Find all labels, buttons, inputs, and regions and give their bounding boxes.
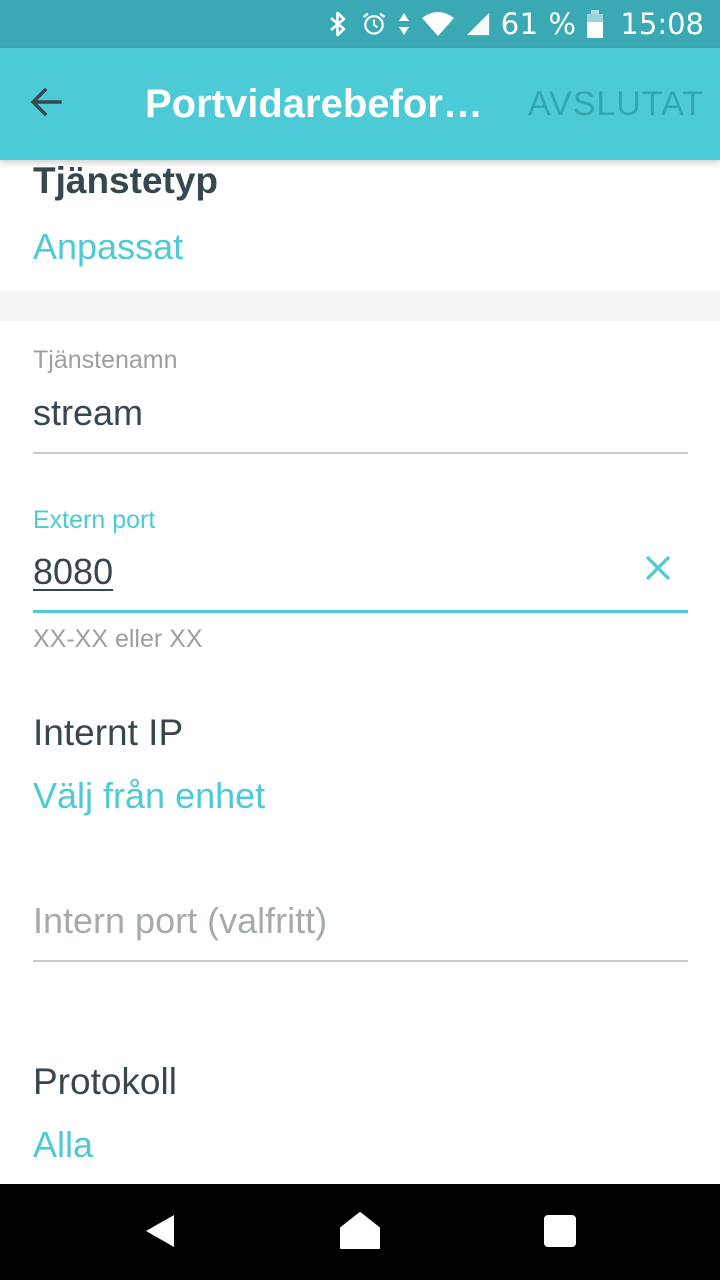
service-type-selector[interactable]: Anpassat [33, 226, 183, 268]
internal-ip-label: Internt IP [33, 712, 184, 753]
service-name-input[interactable]: stream [33, 392, 143, 434]
signal-icon [465, 11, 491, 37]
status-icons: 61 % 15:08 [325, 0, 704, 48]
clock: 15:08 [620, 7, 704, 41]
bluetooth-icon [325, 11, 351, 37]
app-bar: Portvidarebefor… AVSLUTAT [0, 48, 720, 160]
navigation-bar [0, 1184, 720, 1280]
battery-icon [586, 10, 604, 38]
home-icon [339, 1210, 381, 1257]
internal-ip-selector[interactable]: Välj från enhet [33, 775, 265, 817]
protocol-label: Protokoll [33, 1061, 177, 1102]
alarm-icon [361, 11, 387, 37]
back-button[interactable] [20, 78, 72, 130]
section-divider [0, 291, 720, 321]
external-port-underline [33, 610, 688, 613]
external-port-input[interactable]: 8080 [33, 551, 113, 593]
protocol-selector[interactable]: Alla [33, 1124, 93, 1166]
save-button[interactable]: AVSLUTAT [528, 84, 704, 124]
close-icon [644, 554, 672, 587]
back-triangle-icon [140, 1211, 180, 1256]
recents-icon [543, 1214, 577, 1253]
service-name-underline [33, 452, 688, 454]
external-port-label: Extern port [33, 506, 156, 534]
page-title: Portvidarebefor… [145, 82, 483, 126]
internal-port-underline [33, 960, 688, 962]
wifi-icon [421, 11, 455, 37]
service-name-label: Tjänstenamn [33, 346, 178, 374]
internal-port-input[interactable]: Intern port (valfritt) [33, 900, 327, 942]
battery-percent: 61 % [500, 7, 577, 41]
data-arrows-icon [397, 11, 411, 37]
status-bar: 61 % 15:08 [0, 0, 720, 48]
nav-back-button[interactable] [135, 1208, 185, 1258]
nav-recents-button[interactable] [535, 1208, 585, 1258]
nav-home-button[interactable] [335, 1208, 385, 1258]
service-type-label: Tjänstetyp [33, 160, 219, 201]
external-port-helper: XX-XX eller XX [33, 625, 203, 653]
clear-button[interactable] [636, 548, 680, 592]
arrow-left-icon [28, 84, 64, 125]
